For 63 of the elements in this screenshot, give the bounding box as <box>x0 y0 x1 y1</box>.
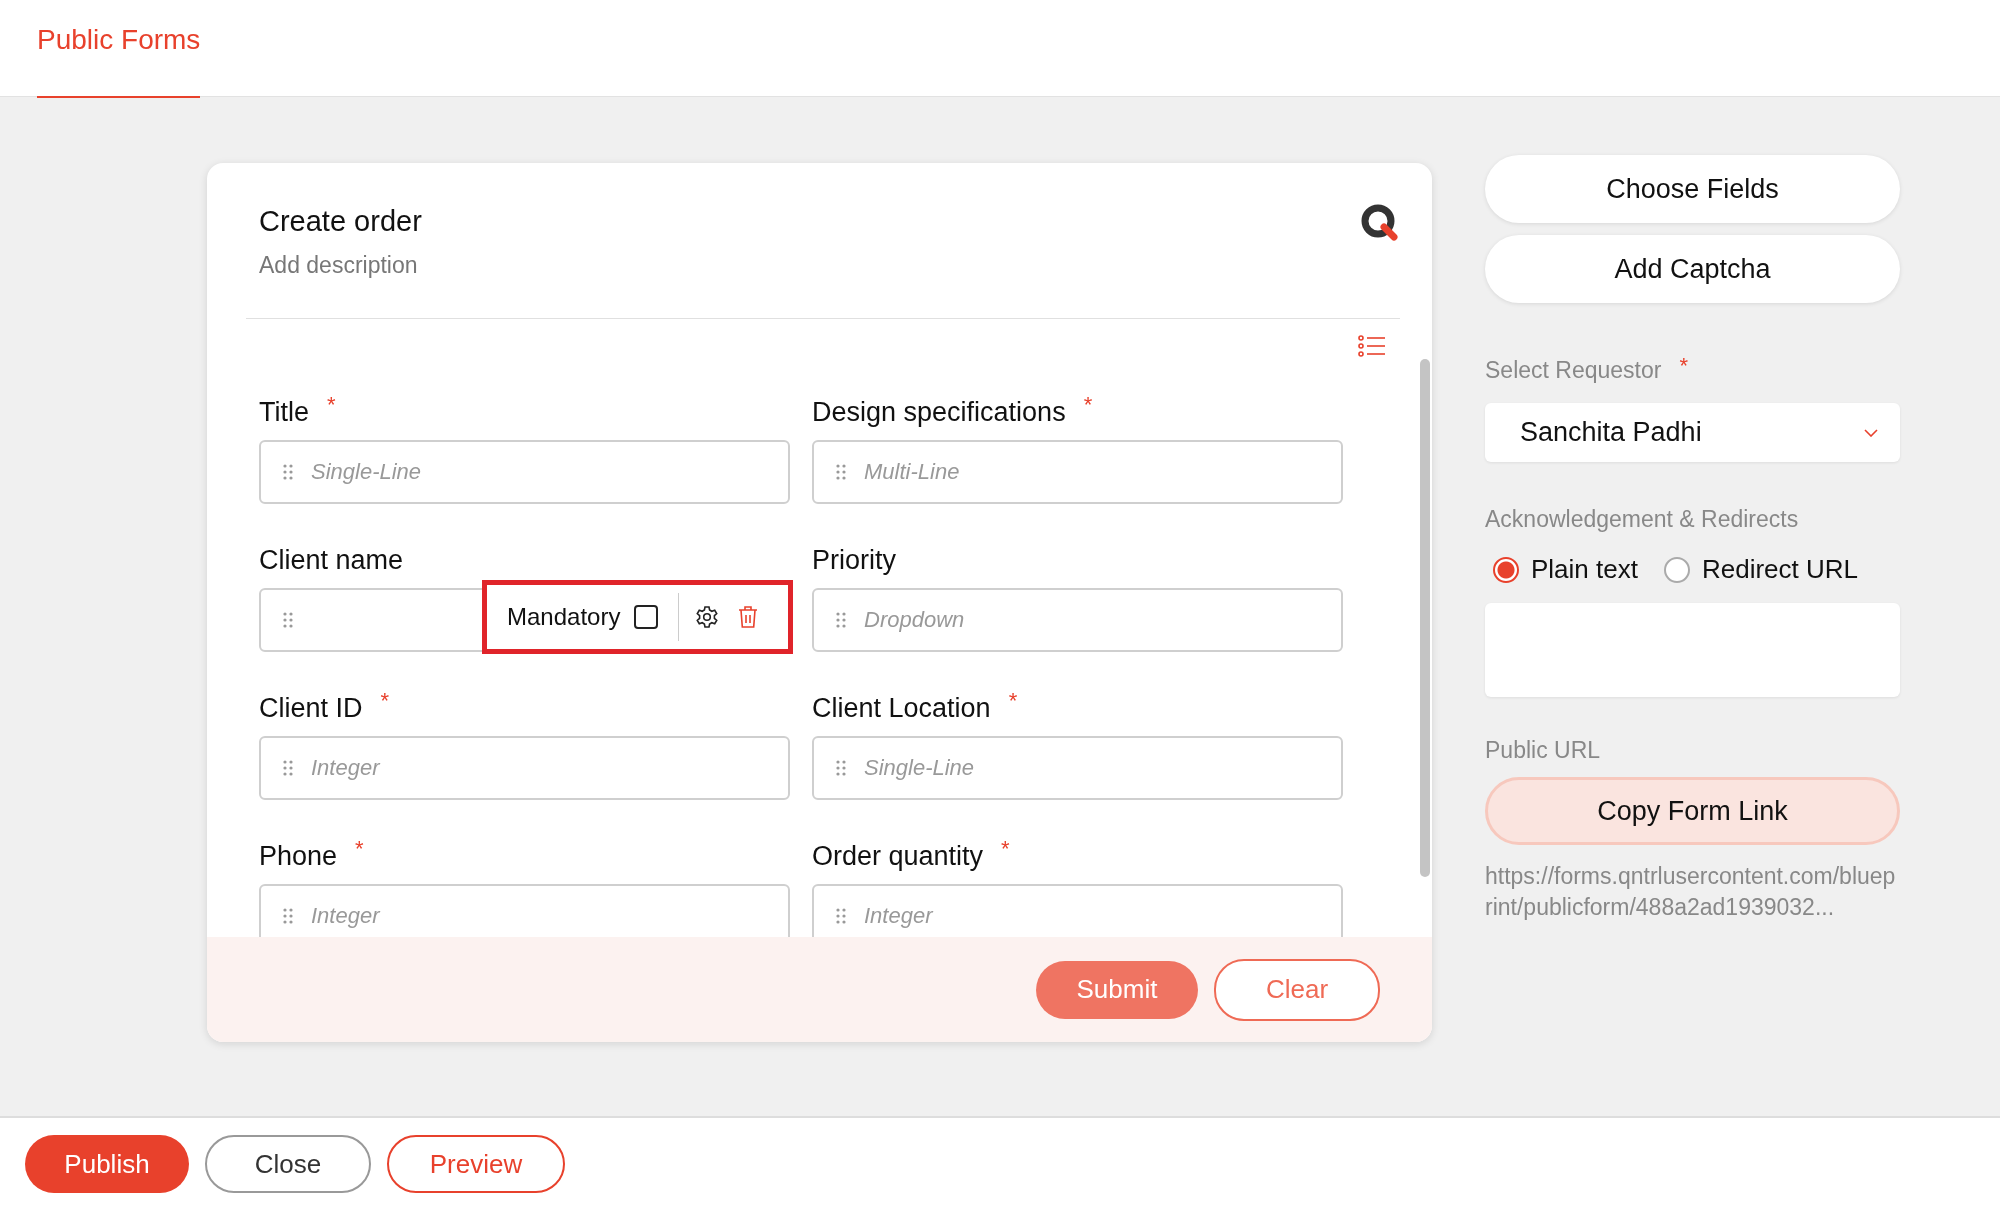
chevron-down-icon <box>1864 428 1878 437</box>
scrollbar[interactable] <box>1420 359 1430 877</box>
input-field[interactable]: Integer <box>259 736 790 800</box>
input-field[interactable]: Single-Line <box>259 440 790 504</box>
form-description: Add description <box>259 251 419 280</box>
drag-handle-icon[interactable] <box>283 760 293 776</box>
field-label: Phone <box>259 840 338 873</box>
input-field[interactable]: Multi-Line <box>812 440 1343 504</box>
field-type-placeholder: Integer <box>311 755 380 781</box>
radio-button[interactable] <box>1493 556 1519 583</box>
field-label: Title <box>259 396 309 429</box>
field-type-placeholder: Single-Line <box>864 755 975 781</box>
submit-button[interactable]: Submit <box>1036 960 1198 1019</box>
requestor-label: Select Requestor <box>1485 356 1662 385</box>
radio-button[interactable] <box>1663 556 1690 583</box>
required-mark: * <box>380 690 390 712</box>
required-mark: * <box>355 838 364 860</box>
drag-handle-icon[interactable] <box>836 908 846 924</box>
list-icon[interactable] <box>1358 335 1386 357</box>
mandatory-checkbox[interactable] <box>634 605 659 629</box>
drag-handle-icon[interactable] <box>283 908 293 924</box>
copy-form-link-button[interactable]: Copy Form Link <box>1485 777 1900 845</box>
sidebar-button[interactable]: Choose Fields <box>1485 155 1900 223</box>
required-mark: * <box>1083 394 1093 416</box>
required-mark: * <box>1001 838 1010 860</box>
field-label: Priority <box>812 544 896 577</box>
drag-handle-icon[interactable] <box>836 464 846 480</box>
drag-handle-icon[interactable] <box>836 760 846 776</box>
mandatory-label: Mandatory <box>507 603 621 631</box>
field-type-placeholder: Integer <box>864 903 933 929</box>
form-title: Create order <box>259 204 422 239</box>
radio-label[interactable]: Redirect URL <box>1701 554 1858 585</box>
field-label: Client Location <box>812 692 991 725</box>
requestor-dropdown[interactable]: Sanchita Padhi <box>1485 403 1900 462</box>
close-button[interactable]: Close <box>205 1135 371 1193</box>
delete-icon[interactable] <box>737 605 760 629</box>
preview-button[interactable]: Preview <box>387 1135 565 1193</box>
required-mark: * <box>1679 355 1688 377</box>
field-type-placeholder: Integer <box>311 903 380 929</box>
required-mark: * <box>1008 690 1018 712</box>
acknowledgement-label: Acknowledgement & Redirects <box>1485 505 1799 534</box>
radio-label[interactable]: Plain text <box>1531 554 1638 585</box>
required-mark: * <box>327 394 336 416</box>
input-field[interactable]: Dropdown <box>812 588 1343 652</box>
publish-button[interactable]: Publish <box>25 1135 189 1193</box>
input-field[interactable]: Single-Line <box>812 736 1343 800</box>
sidebar-button[interactable]: Add Captcha <box>1485 235 1900 303</box>
field-label: Order quantity <box>812 840 984 873</box>
drag-handle-icon[interactable] <box>283 612 293 628</box>
field-type-placeholder: Multi-Line <box>864 459 960 485</box>
field-label: Client name <box>259 544 404 577</box>
drag-handle-icon[interactable] <box>283 464 293 480</box>
field-type-placeholder: Single-Line <box>311 459 422 485</box>
public-url-label: Public URL <box>1485 736 1601 765</box>
field-type-placeholder: Dropdown <box>864 607 965 633</box>
public-url-text: https://forms.qntrlusercontent.com/blueprint/publicform/488a2ad1939032... <box>1485 862 1897 922</box>
public-forms-tab[interactable]: Public Forms <box>37 0 201 98</box>
settings-icon[interactable] <box>695 605 720 629</box>
logo-icon <box>1360 203 1400 243</box>
clear-button[interactable]: Clear <box>1214 958 1380 1021</box>
drag-handle-icon[interactable] <box>836 612 846 628</box>
field-label: Design specifications <box>812 396 1066 429</box>
field-label: Client ID <box>259 692 363 725</box>
